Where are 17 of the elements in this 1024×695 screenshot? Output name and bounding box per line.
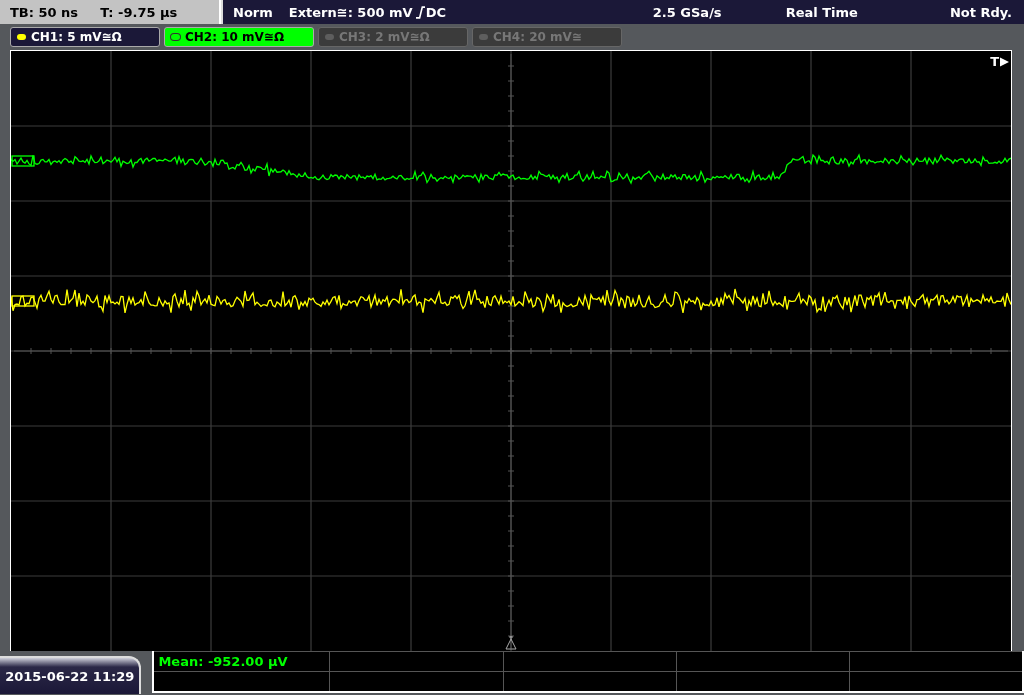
acquisition-mode-label: Real Time — [785, 4, 858, 20]
channel-marker-icon — [11, 155, 35, 167]
sample-rate-label: 2.5 GSa/s — [652, 4, 722, 20]
channel-tab[interactable]: CH2: 10 mV≅Ω — [164, 27, 314, 47]
play-triangle-icon — [1000, 56, 1009, 67]
timebase-label: TB: 50 ns — [10, 4, 79, 20]
trigger-position-icon — [505, 636, 517, 650]
trigger-status-label: Not Rdy. — [949, 4, 1012, 20]
trigger-marker-label: T — [990, 54, 999, 69]
rising-edge-icon — [415, 5, 425, 19]
channel-tab[interactable]: CH1: 5 mV≅Ω — [10, 27, 160, 47]
trigger-mode-label: Norm — [233, 4, 273, 20]
trigger-coupling-label: DC — [425, 4, 446, 20]
measurement-cell: Mean: -952.00 µV — [153, 651, 330, 672]
trigger-source-label: Extern≅: 500 mV — [288, 4, 413, 20]
trigger-time-label: T: -9.75 µs — [100, 4, 178, 20]
channel-marker-icon — [11, 295, 35, 307]
